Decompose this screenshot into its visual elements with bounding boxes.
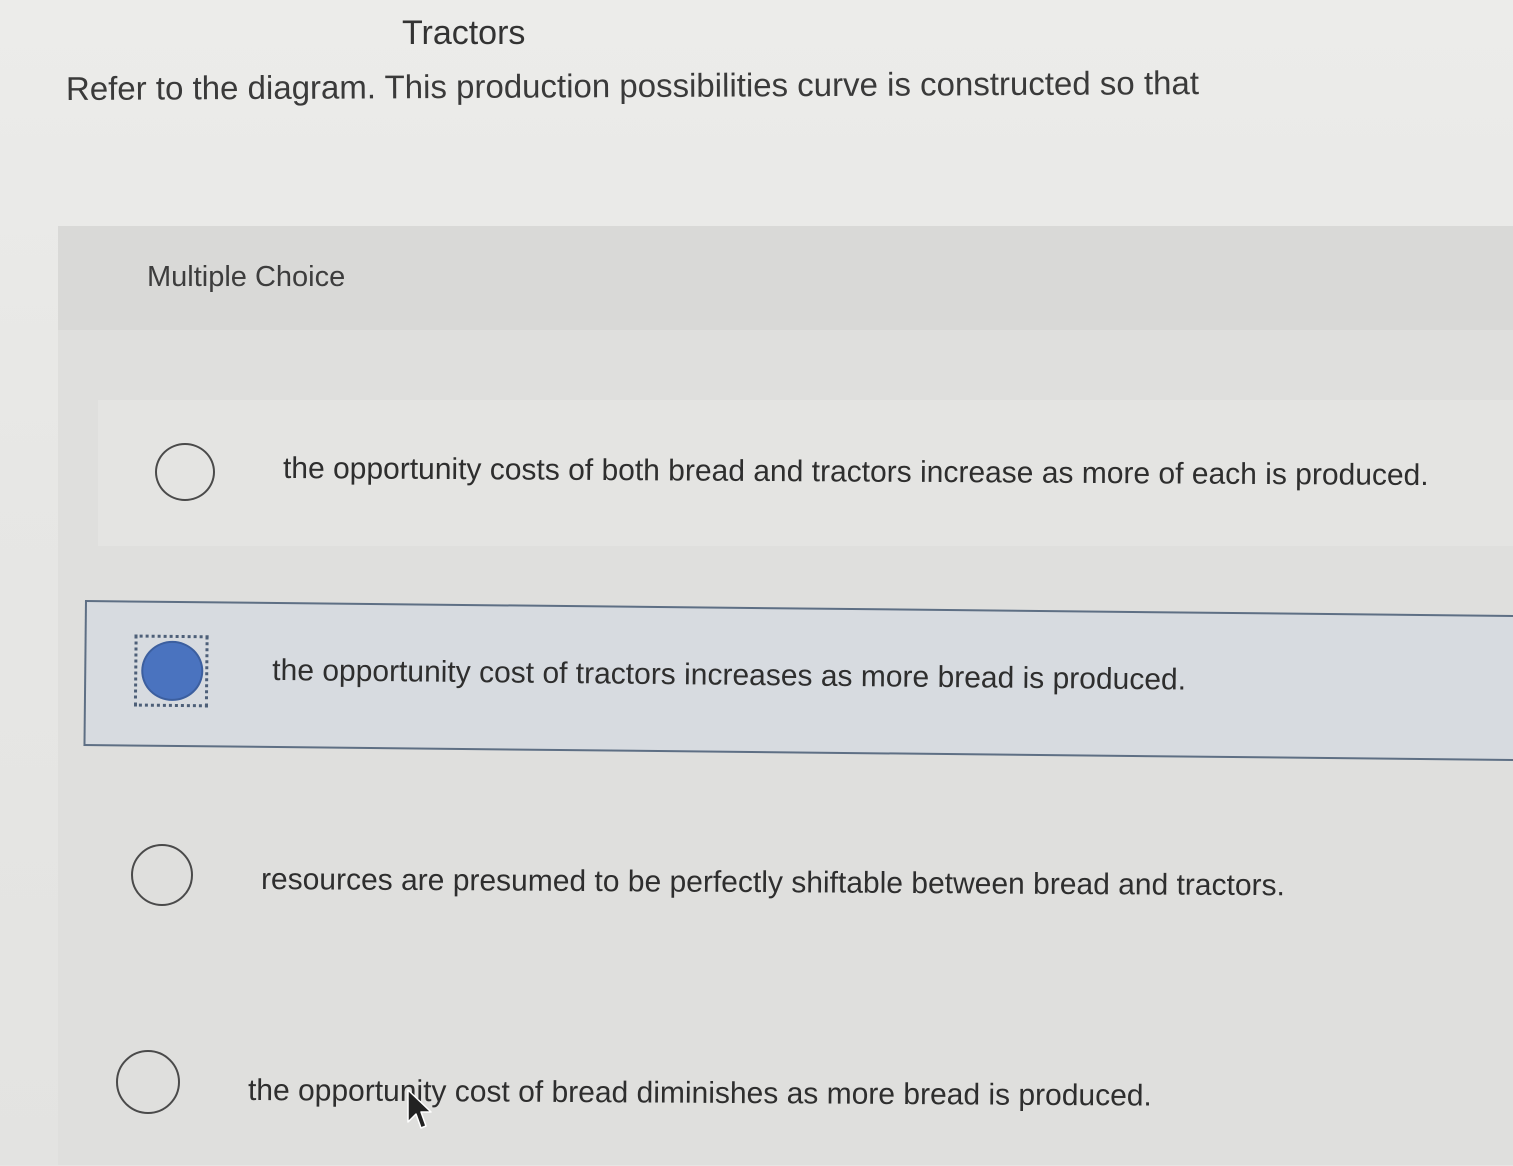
multiple-choice-title: Multiple Choice [147, 261, 346, 293]
answer-option-label: the opportunity cost of bread diminishes… [247, 1074, 1152, 1113]
answer-option-1[interactable]: the opportunity costs of both bread and … [98, 400, 1513, 546]
answer-option-2-selected[interactable]: the opportunity cost of tractors increas… [83, 600, 1513, 762]
radio-button-unchecked[interactable] [131, 844, 193, 906]
radio-button-unchecked[interactable] [155, 443, 215, 501]
question-text: Refer to the diagram. This production po… [65, 64, 1200, 107]
radio-button-checked[interactable] [140, 640, 204, 702]
radio-button-unchecked[interactable] [116, 1050, 180, 1114]
answer-option-label: the opportunity costs of both bread and … [282, 452, 1429, 492]
answer-option-3[interactable]: resources are presumed to be perfectly s… [58, 806, 1513, 956]
diagram-axis-label: Tractors [402, 14, 526, 52]
quiz-page: Tractors Refer to the diagram. This prod… [0, 0, 1513, 1165]
multiple-choice-header: Multiple Choice [58, 226, 1513, 330]
answer-option-4[interactable]: the opportunity cost of bread diminishes… [58, 1016, 1513, 1166]
multiple-choice-panel: Multiple Choice the opportunity costs of… [58, 226, 1513, 1165]
answer-option-label: resources are presumed to be perfectly s… [260, 863, 1285, 903]
answer-option-label: the opportunity cost of tractors increas… [272, 653, 1187, 697]
mouse-pointer-icon [407, 1089, 432, 1129]
